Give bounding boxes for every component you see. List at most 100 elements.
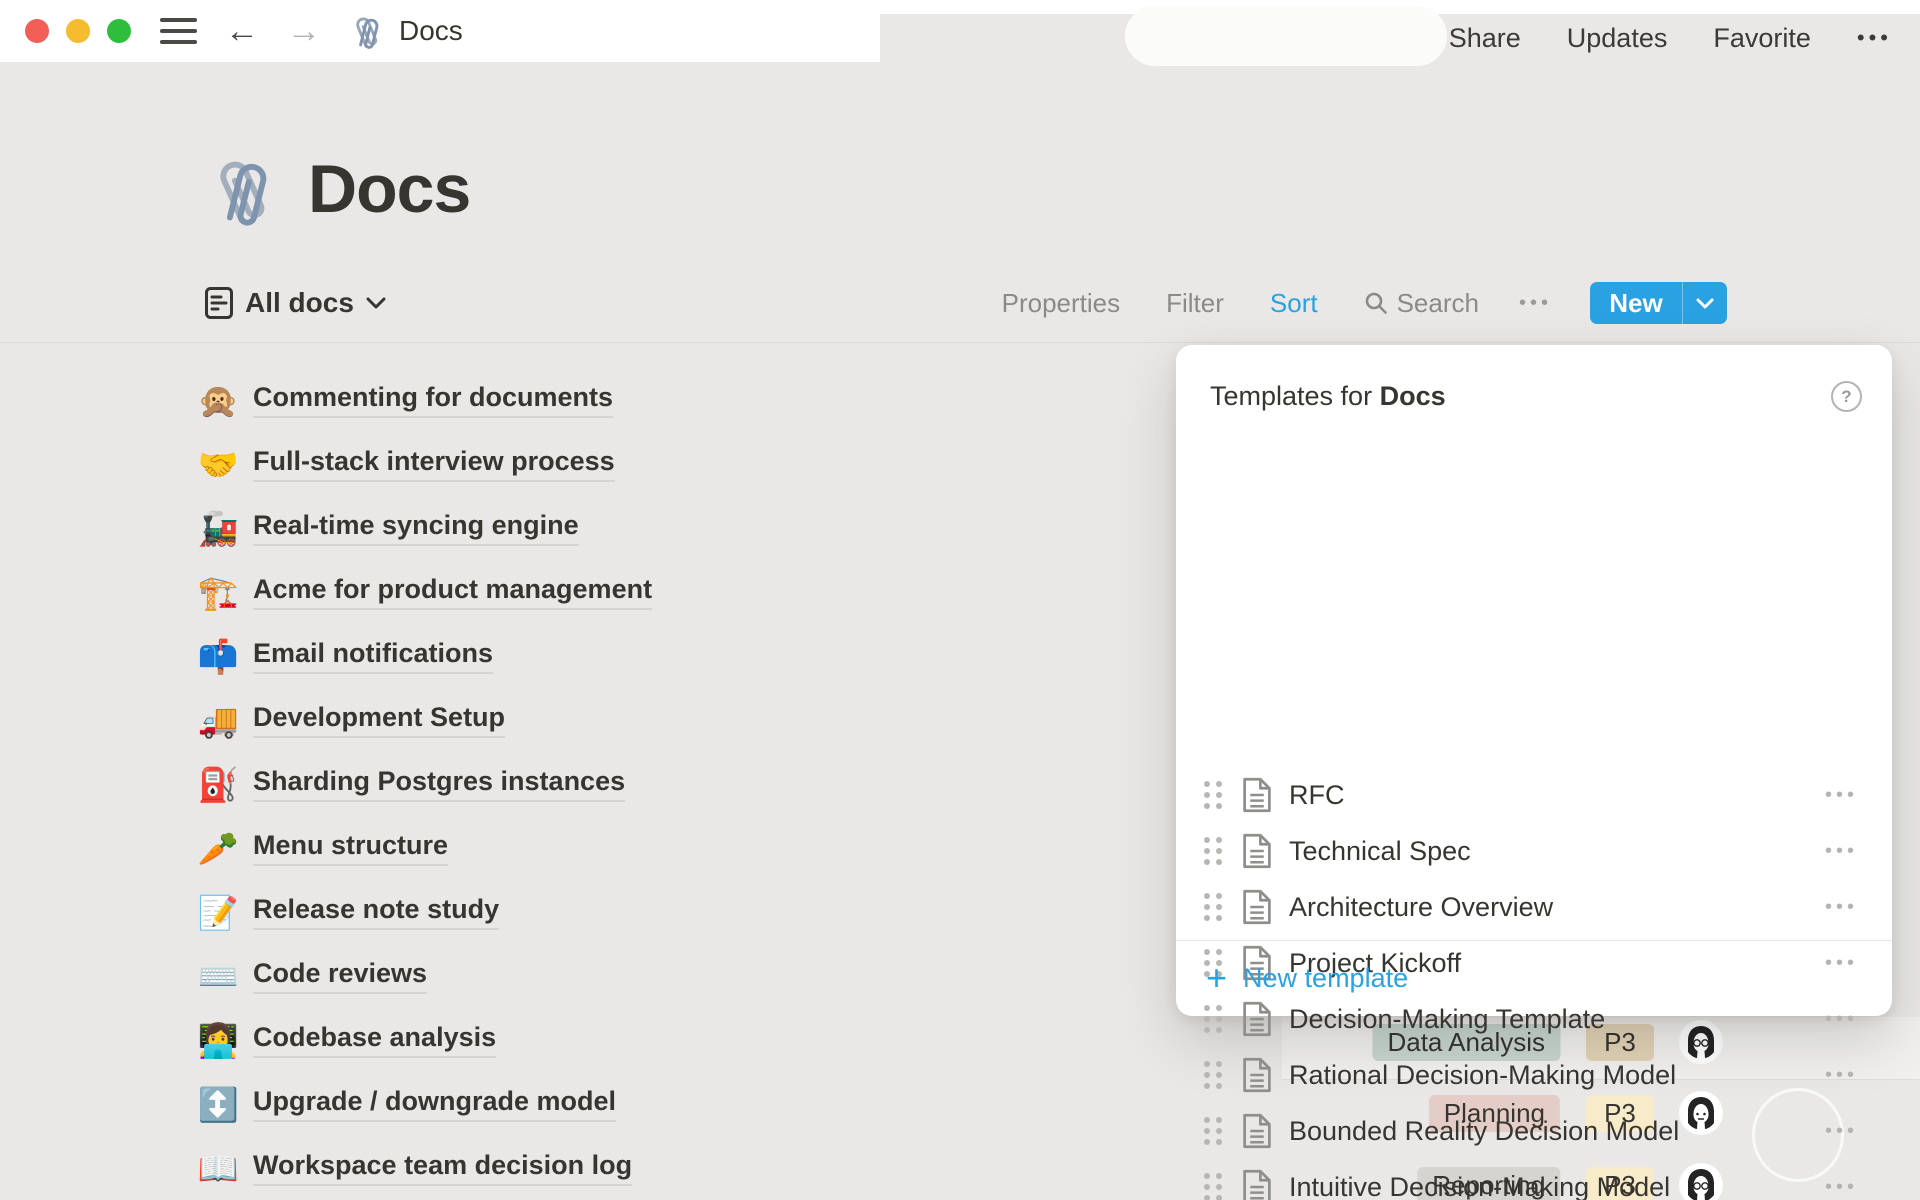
drag-handle-icon[interactable] bbox=[1204, 1005, 1210, 1011]
minimize-button[interactable] bbox=[66, 19, 90, 43]
doc-list-item[interactable]: 👩‍💻 Codebase analysis bbox=[196, 1018, 496, 1062]
more-options-icon[interactable]: ••• bbox=[1857, 25, 1892, 51]
template-item-label: Rational Decision-Making Model bbox=[1289, 1060, 1676, 1091]
document-icon bbox=[1242, 1001, 1272, 1037]
new-dropdown-button[interactable] bbox=[1683, 298, 1727, 309]
doc-list-item[interactable]: 🥕Menu structure bbox=[196, 826, 448, 870]
doc-list-item[interactable]: 🙊Commenting for documents bbox=[196, 378, 613, 422]
doc-title[interactable]: Code reviews bbox=[253, 958, 427, 994]
document-icon bbox=[1242, 777, 1272, 813]
share-button[interactable]: Share bbox=[1449, 23, 1521, 54]
search-icon bbox=[1364, 291, 1388, 315]
doc-list-item[interactable]: ↕️ Upgrade / downgrade model bbox=[196, 1082, 616, 1126]
template-item-label: Architecture Overview bbox=[1289, 892, 1553, 923]
document-icon bbox=[1242, 833, 1272, 869]
doc-emoji: 👩‍💻 bbox=[196, 1024, 240, 1057]
new-button[interactable]: New bbox=[1590, 282, 1727, 324]
template-more-icon[interactable]: ••• bbox=[1825, 840, 1858, 863]
doc-list-item[interactable]: 🚂 Real-time syncing engine bbox=[196, 506, 579, 550]
doc-emoji: ↕️ bbox=[196, 1088, 240, 1121]
view-selector[interactable]: All docs bbox=[205, 282, 386, 324]
doc-list-item[interactable]: ⌨️Code reviews bbox=[196, 954, 427, 998]
doc-emoji: 🚚 bbox=[196, 704, 240, 737]
popup-divider bbox=[1176, 940, 1892, 941]
document-icon bbox=[1242, 1169, 1272, 1200]
template-item[interactable]: Intuitive Decision-Making Model ••• bbox=[1176, 1159, 1892, 1200]
template-item[interactable]: Bounded Reality Decision Model ••• bbox=[1176, 1103, 1892, 1159]
template-more-icon[interactable]: ••• bbox=[1825, 1120, 1858, 1143]
template-item[interactable]: RFC ••• bbox=[1176, 767, 1892, 823]
search-button[interactable]: Search bbox=[1364, 288, 1479, 319]
window-title: Docs bbox=[347, 10, 463, 52]
forward-arrow-icon[interactable]: → bbox=[287, 14, 321, 48]
toolbar-more-icon[interactable]: ••• bbox=[1519, 292, 1552, 315]
filter-button[interactable]: Filter bbox=[1166, 288, 1224, 319]
drag-handle-icon[interactable] bbox=[1204, 837, 1210, 843]
plus-icon: + bbox=[1206, 960, 1227, 996]
drag-handle-icon[interactable] bbox=[1204, 1117, 1210, 1123]
template-more-icon[interactable]: ••• bbox=[1825, 896, 1858, 919]
updates-button[interactable]: Updates bbox=[1567, 23, 1668, 54]
doc-list-item[interactable]: 🤝 Full-stack interview process bbox=[196, 442, 615, 486]
doc-title[interactable]: Codebase analysis bbox=[253, 1022, 496, 1058]
doc-title[interactable]: Commenting for documents bbox=[253, 382, 613, 418]
template-item[interactable]: Technical Spec ••• bbox=[1176, 823, 1892, 879]
templates-title-target: Docs bbox=[1380, 381, 1446, 411]
doc-title[interactable]: Sharding Postgres instances bbox=[253, 766, 625, 802]
doc-title[interactable]: Email notifications bbox=[253, 638, 493, 674]
menu-icon[interactable] bbox=[160, 18, 197, 44]
doc-emoji: 🏗️ bbox=[196, 576, 240, 609]
doc-emoji: 📝 bbox=[196, 896, 240, 929]
template-more-icon[interactable]: ••• bbox=[1825, 1064, 1858, 1087]
back-arrow-icon[interactable]: ← bbox=[225, 14, 259, 48]
doc-list-item[interactable]: 🚚 Development Setup bbox=[196, 698, 505, 742]
drag-handle-icon[interactable] bbox=[1204, 893, 1210, 899]
linked-paperclips-icon[interactable] bbox=[202, 146, 288, 232]
doc-list-item[interactable]: 📫 Email notifications bbox=[196, 634, 493, 678]
doc-list-item[interactable]: 📝 Release note study bbox=[196, 890, 499, 934]
sort-button[interactable]: Sort bbox=[1270, 288, 1318, 319]
help-icon[interactable]: ? bbox=[1831, 381, 1862, 412]
page-title: Docs bbox=[308, 150, 470, 228]
doc-title[interactable]: Real-time syncing engine bbox=[253, 510, 579, 546]
toolbar-actions: Properties Filter Sort Search ••• New bbox=[1002, 282, 1727, 324]
doc-emoji: 📫 bbox=[196, 640, 240, 673]
drag-handle-icon[interactable] bbox=[1204, 1061, 1210, 1067]
template-more-icon[interactable]: ••• bbox=[1825, 784, 1858, 807]
templates-title: Templates for bbox=[1210, 381, 1380, 411]
templates-popup: Templates for Docs ? RFC ••• Technical S… bbox=[1176, 345, 1892, 1016]
doc-title[interactable]: Development Setup bbox=[253, 702, 505, 738]
document-icon bbox=[1242, 889, 1272, 925]
zoom-button[interactable] bbox=[107, 19, 131, 43]
doc-list-item[interactable]: ⛽Sharding Postgres instances bbox=[196, 762, 625, 806]
doc-title[interactable]: Full-stack interview process bbox=[253, 446, 615, 482]
template-more-icon[interactable]: ••• bbox=[1825, 1008, 1858, 1031]
doc-title[interactable]: Menu structure bbox=[253, 830, 448, 866]
drag-handle-icon[interactable] bbox=[1204, 1173, 1210, 1179]
view-selector-label: All docs bbox=[245, 287, 354, 319]
doc-list-item[interactable]: 🏗️ Acme for product management bbox=[196, 570, 652, 614]
new-template-button[interactable]: + New template bbox=[1176, 952, 1892, 1004]
toolbar-divider bbox=[0, 342, 1920, 343]
app-window: ← → Docs Share Updates Favorite ••• Docs bbox=[0, 0, 1920, 1200]
properties-button[interactable]: Properties bbox=[1002, 288, 1121, 319]
template-item-label: Technical Spec bbox=[1289, 836, 1471, 867]
doc-emoji: 🚂 bbox=[196, 512, 240, 545]
doc-title[interactable]: Acme for product management bbox=[253, 574, 652, 610]
templates-popup-header: Templates for Docs ? bbox=[1210, 381, 1862, 412]
doc-list-item[interactable]: 📖Workspace team decision log bbox=[196, 1146, 632, 1190]
close-button[interactable] bbox=[25, 19, 49, 43]
document-icon bbox=[1242, 1113, 1272, 1149]
template-more-icon[interactable]: ••• bbox=[1825, 1176, 1858, 1199]
doc-title[interactable]: Upgrade / downgrade model bbox=[253, 1086, 616, 1122]
doc-emoji: 🤝 bbox=[196, 448, 240, 481]
template-item-label: Intuitive Decision-Making Model bbox=[1289, 1172, 1670, 1200]
drag-handle-icon[interactable] bbox=[1204, 781, 1210, 787]
doc-title[interactable]: Workspace team decision log bbox=[253, 1150, 632, 1186]
favorite-button[interactable]: Favorite bbox=[1713, 23, 1811, 54]
title-bar: ← → Docs bbox=[0, 0, 880, 62]
template-item[interactable]: Architecture Overview ••• bbox=[1176, 879, 1892, 935]
template-item[interactable]: Rational Decision-Making Model ••• bbox=[1176, 1047, 1892, 1103]
doc-title[interactable]: Release note study bbox=[253, 894, 499, 930]
doc-list-icon bbox=[205, 287, 233, 319]
